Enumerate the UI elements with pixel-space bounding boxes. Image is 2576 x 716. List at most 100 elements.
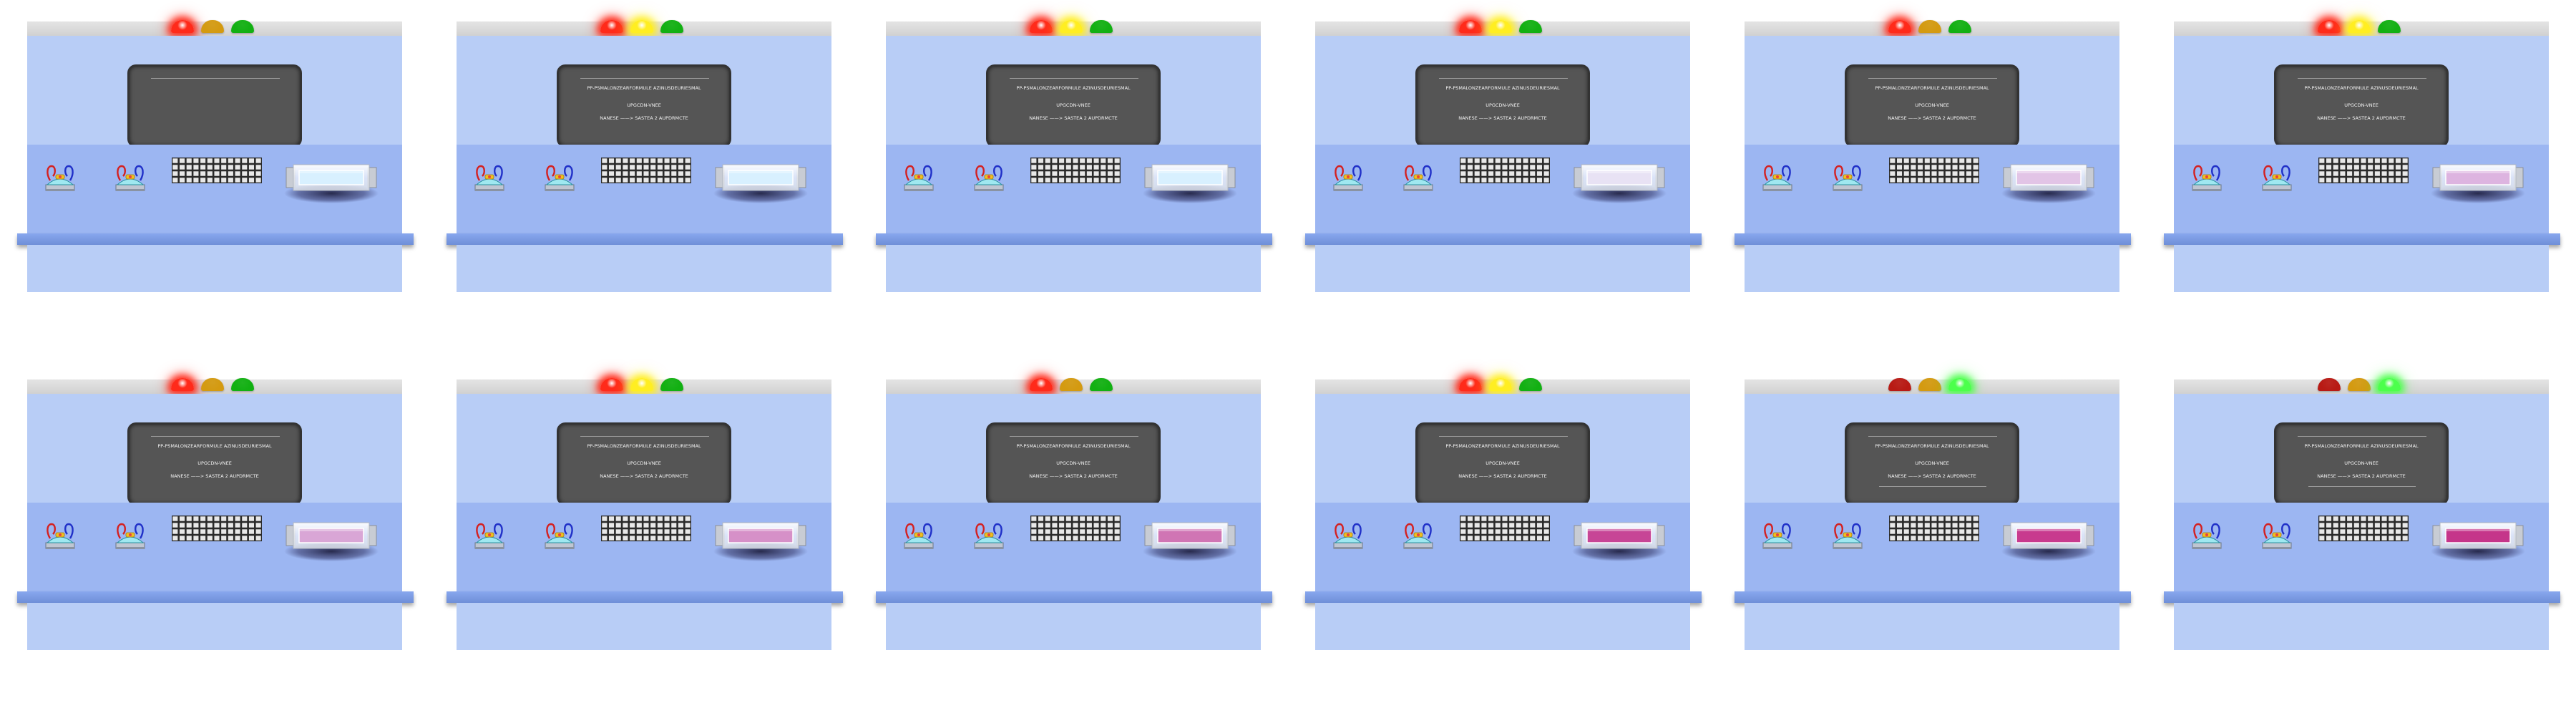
- console-shelf: [876, 591, 1272, 603]
- sample-tube: [2430, 520, 2526, 567]
- electrode-stand-left: [900, 160, 937, 193]
- console-shelf: [17, 591, 414, 603]
- sample-tube-drawing: [2431, 522, 2525, 561]
- electrode-stand-right: [541, 518, 578, 551]
- display-screen: PP-PSMALONZEARFORMULE AZINUSDEURIESMAL U…: [127, 422, 302, 505]
- screen-line-1: PP-PSMALONZEARFORMULE AZINUSDEURIESMAL: [1445, 443, 1560, 449]
- electrode-stand-right-drawing: [115, 523, 145, 549]
- electrode-stand-left-drawing: [1333, 165, 1363, 191]
- sample-tube-drawing: [2001, 522, 2096, 561]
- screen-line-1: PP-PSMALONZEARFORMULE AZINUSDEURIESMAL: [2304, 443, 2419, 449]
- electrode-stand-right: [1400, 518, 1437, 551]
- cabinet-upper: PP-PSMALONZEARFORMULE AZINUSDEURIESMAL U…: [457, 36, 831, 147]
- screen-line-3: NANESE ——> SASTEA 2 AUPDRMCTE: [1888, 115, 1976, 121]
- console-shelf: [1305, 233, 1702, 245]
- keypad: [2318, 158, 2409, 183]
- apparatus-panel-12: PP-PSMALONZEARFORMULE AZINUSDEURIESMAL U…: [2164, 378, 2575, 680]
- screen-line-1: PP-PSMALONZEARFORMULE AZINUSDEURIESMAL: [1016, 85, 1131, 91]
- electrode-stand-right-drawing: [545, 165, 575, 191]
- electrode-stand-left: [1759, 160, 1796, 193]
- screen-line-2: UPGCDN-VNEE: [1056, 102, 1091, 108]
- console-shelf: [1735, 233, 2131, 245]
- screen-line-2: UPGCDN-VNEE: [627, 460, 661, 466]
- sample-tube-drawing: [713, 164, 808, 203]
- apparatus-grid: PP-PSMALONZEARFORMULE AZINUSDEURIESMAL U…: [0, 0, 2576, 716]
- electrode-stand-right: [1829, 518, 1866, 551]
- console-shelf: [447, 233, 843, 245]
- cabinet-upper: PP-PSMALONZEARFORMULE AZINUSDEURIESMAL U…: [1745, 394, 2119, 505]
- electrode-stand-left: [2188, 160, 2225, 193]
- electrode-stand-right: [970, 518, 1008, 551]
- screen-line-2: UPGCDN-VNEE: [1915, 460, 1949, 466]
- cabinet-upper: [27, 36, 402, 147]
- sample-tube: [2001, 520, 2097, 567]
- electrode-stand-left: [1330, 518, 1367, 551]
- screen-line-2: UPGCDN-VNEE: [1915, 102, 1949, 108]
- electrode-stand-right-drawing: [1403, 165, 1433, 191]
- keypad-grid-drawing: [1030, 516, 1121, 541]
- electrode-stand-left-drawing: [45, 165, 75, 191]
- cabinet-upper: PP-PSMALONZEARFORMULE AZINUSDEURIESMAL U…: [886, 36, 1261, 147]
- screen-line-2: UPGCDN-VNEE: [197, 460, 232, 466]
- electrode-stand-right: [2258, 160, 2296, 193]
- apparatus-panel-5: PP-PSMALONZEARFORMULE AZINUSDEURIESMAL U…: [1735, 20, 2145, 322]
- sample-tube: [283, 162, 379, 209]
- keypad-grid-drawing: [1460, 158, 1550, 183]
- electrode-stand-left-drawing: [2192, 523, 2222, 549]
- screen-line-1: PP-PSMALONZEARFORMULE AZINUSDEURIESMAL: [2304, 85, 2419, 91]
- keypad: [1030, 158, 1121, 183]
- sample-tube-drawing: [284, 164, 379, 203]
- sample-tube: [2001, 162, 2097, 209]
- keypad-grid-drawing: [1889, 158, 1979, 183]
- sample-tube-drawing: [1143, 164, 1237, 203]
- sample-tube: [713, 520, 809, 567]
- screen-line-3: NANESE ——> SASTEA 2 AUPDRMCTE: [2317, 115, 2406, 121]
- cabinet-base: [457, 245, 831, 292]
- cabinet-base: [886, 603, 1261, 650]
- keypad-grid-drawing: [2318, 158, 2409, 183]
- apparatus-panel-6: PP-PSMALONZEARFORMULE AZINUSDEURIESMAL U…: [2164, 20, 2575, 322]
- sample-tube-drawing: [1143, 522, 1237, 561]
- sample-tube-drawing: [2001, 164, 2096, 203]
- electrode-stand-right-drawing: [115, 165, 145, 191]
- screen-rule-top: [1439, 78, 1568, 79]
- screen-rule-top: [151, 436, 280, 437]
- electrode-stand-left: [471, 518, 508, 551]
- electrode-stand-right-drawing: [974, 523, 1004, 549]
- cabinet-base: [27, 603, 402, 650]
- keypad-grid-drawing: [172, 516, 262, 541]
- sample-tube: [1571, 162, 1667, 209]
- electrode-stand-right-drawing: [1833, 165, 1863, 191]
- electrode-stand-left-drawing: [1333, 523, 1363, 549]
- electrode-stand-right-drawing: [2262, 523, 2292, 549]
- keypad-grid-drawing: [2318, 516, 2409, 541]
- display-screen: PP-PSMALONZEARFORMULE AZINUSDEURIESMAL U…: [557, 64, 731, 147]
- electrode-stand-right-drawing: [974, 165, 1004, 191]
- apparatus-panel-10: PP-PSMALONZEARFORMULE AZINUSDEURIESMAL U…: [1305, 378, 1716, 680]
- screen-line-3: NANESE ——> SASTEA 2 AUPDRMCTE: [1888, 473, 1976, 479]
- electrode-stand-left: [2188, 518, 2225, 551]
- screen-line-2: UPGCDN-VNEE: [1485, 460, 1520, 466]
- electrode-stand-right-drawing: [1833, 523, 1863, 549]
- keypad-grid-drawing: [1889, 516, 1979, 541]
- screen-line-1: PP-PSMALONZEARFORMULE AZINUSDEURIESMAL: [1875, 443, 1989, 449]
- keypad: [2318, 516, 2409, 541]
- keypad: [1460, 516, 1550, 541]
- electrode-stand-left-drawing: [45, 523, 75, 549]
- console-shelf: [876, 233, 1272, 245]
- cabinet-upper: PP-PSMALONZEARFORMULE AZINUSDEURIESMAL U…: [1745, 36, 2119, 147]
- cabinet-upper: PP-PSMALONZEARFORMULE AZINUSDEURIESMAL U…: [1315, 394, 1690, 505]
- cabinet-base: [1315, 245, 1690, 292]
- screen-rule-top: [1439, 436, 1568, 437]
- electrode-stand-right-drawing: [1403, 523, 1433, 549]
- screen-rule-top: [1868, 436, 1997, 437]
- screen-rule-top: [1010, 436, 1138, 437]
- screen-rule-top: [151, 78, 280, 79]
- display-screen: PP-PSMALONZEARFORMULE AZINUSDEURIESMAL U…: [557, 422, 731, 505]
- electrode-stand-right: [112, 160, 149, 193]
- screen-line-1: PP-PSMALONZEARFORMULE AZINUSDEURIESMAL: [1875, 85, 1989, 91]
- display-screen: PP-PSMALONZEARFORMULE AZINUSDEURIESMAL U…: [1415, 422, 1590, 505]
- display-screen: PP-PSMALONZEARFORMULE AZINUSDEURIESMAL U…: [2274, 64, 2449, 147]
- cabinet-upper: PP-PSMALONZEARFORMULE AZINUSDEURIESMAL U…: [457, 394, 831, 505]
- screen-rule-top: [1868, 78, 1997, 79]
